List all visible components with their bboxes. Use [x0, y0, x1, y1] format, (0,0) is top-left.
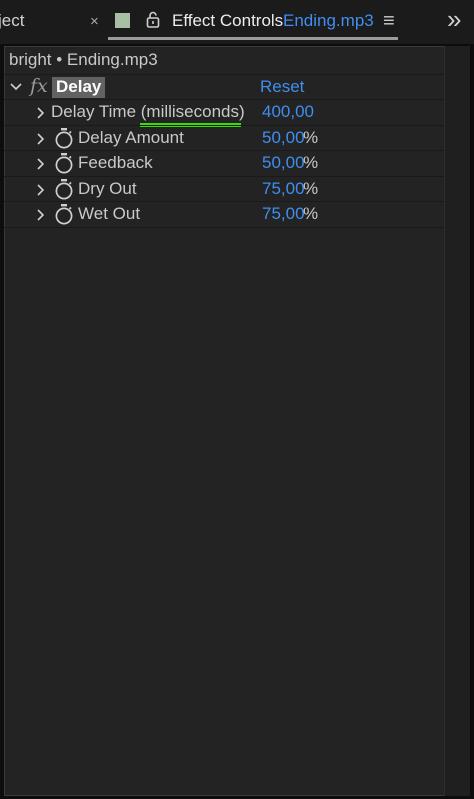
- param-label: Feedback: [78, 153, 153, 172]
- divider: [4, 227, 444, 228]
- chevron-right-icon[interactable]: [37, 209, 44, 221]
- param-value[interactable]: 75,00: [262, 179, 305, 199]
- panel-menu-icon[interactable]: ≡: [383, 10, 395, 33]
- param-row-wet-out[interactable]: Wet Out 75,00 %: [4, 202, 444, 227]
- param-value[interactable]: 400,00: [262, 102, 314, 122]
- chevron-right-icon[interactable]: [37, 133, 44, 145]
- param-label: Dry Out: [78, 179, 137, 198]
- param-unit: %: [303, 153, 319, 172]
- param-value[interactable]: 75,00: [262, 204, 305, 224]
- chevron-right-icon[interactable]: [37, 107, 44, 119]
- effect-name: Delay: [56, 77, 102, 96]
- param-row-delay-time[interactable]: Delay Time (milliseconds) 400,00: [4, 100, 444, 125]
- param-value[interactable]: 50,00: [262, 128, 305, 148]
- tab-effect-controls[interactable]: Effect Controls: [172, 11, 283, 31]
- param-label: Wet Out: [78, 204, 141, 223]
- breadcrumb: bright • Ending.mp3: [9, 50, 158, 69]
- chevron-right-icon[interactable]: [37, 184, 44, 196]
- fx-icon[interactable]: fx: [30, 75, 48, 97]
- stopwatch-icon[interactable]: [54, 203, 74, 225]
- chevron-down-icon[interactable]: [10, 83, 22, 91]
- reset-button[interactable]: Reset: [260, 77, 304, 97]
- param-label: Delay Time (milliseconds): [51, 102, 245, 121]
- active-tab-indicator: [108, 37, 398, 40]
- effect-row-delay[interactable]: fx Delay Reset: [4, 75, 444, 99]
- timeline-strip[interactable]: [444, 46, 470, 796]
- param-row-delay-amount[interactable]: Delay Amount 50,00 %: [4, 126, 444, 151]
- panel-tab-bar: ject × Effect Controls Ending.mp3 ≡ »: [0, 0, 474, 44]
- stopwatch-icon[interactable]: [54, 127, 74, 149]
- tab-project[interactable]: ject: [0, 11, 24, 31]
- stopwatch-icon[interactable]: [54, 152, 74, 174]
- param-unit: %: [303, 179, 319, 198]
- param-unit: %: [303, 204, 319, 223]
- stopwatch-icon[interactable]: [54, 178, 74, 200]
- param-unit-label: (milliseconds): [140, 102, 245, 121]
- param-value[interactable]: 50,00: [262, 153, 305, 173]
- overflow-chevron-icon[interactable]: »: [447, 4, 461, 35]
- param-label: Delay Amount: [78, 128, 184, 147]
- param-row-dry-out[interactable]: Dry Out 75,00 %: [4, 177, 444, 202]
- chevron-right-icon[interactable]: [37, 158, 44, 170]
- lock-icon[interactable]: [146, 11, 160, 28]
- param-unit: %: [303, 128, 319, 147]
- tab-clip-name[interactable]: Ending.mp3: [283, 11, 374, 31]
- param-row-feedback[interactable]: Feedback 50,00 %: [4, 151, 444, 176]
- close-icon[interactable]: ×: [90, 13, 99, 30]
- label-color-swatch[interactable]: [115, 13, 130, 28]
